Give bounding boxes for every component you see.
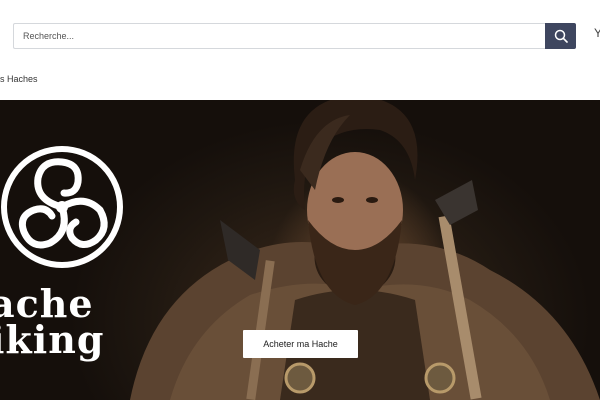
search-icon [554, 29, 568, 43]
brand-wordmark: ache iking [0, 285, 140, 362]
brand-line-2: iking [0, 317, 105, 362]
buy-axe-button[interactable]: Acheter ma Hache [243, 330, 358, 358]
triskele-logo-icon [1, 146, 123, 268]
search-input[interactable] [14, 24, 546, 48]
buy-axe-button-label: Acheter ma Hache [263, 339, 338, 349]
search-field[interactable] [13, 23, 546, 49]
search-button[interactable] [545, 23, 576, 49]
nav-item-haches[interactable]: os Haches [0, 74, 38, 84]
header-edge-glyph[interactable]: Y [594, 26, 600, 40]
site-header: Y os Haches [0, 0, 600, 100]
hero-banner: ache iking Acheter ma Hache [0, 100, 600, 400]
